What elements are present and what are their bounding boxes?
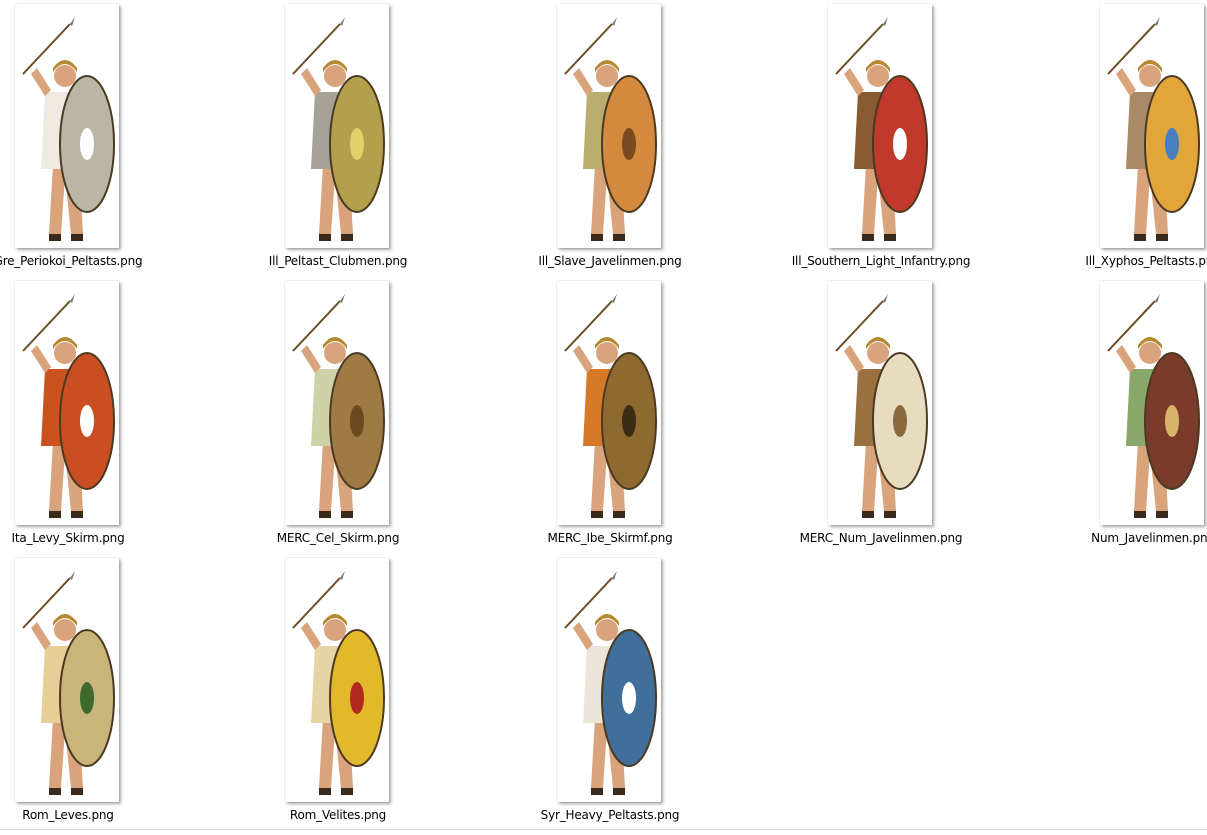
file-name-label[interactable]: Num_Javelinmen.png <box>1033 531 1207 545</box>
file-grid: Gre_Periokoi_Peltasts.png Ill_Peltast_Cl… <box>0 0 1207 835</box>
file-item[interactable]: Ill_Xyphos_Peltasts.png <box>1033 0 1207 275</box>
file-name-label[interactable]: MERC_Ibe_Skirmf.png <box>490 531 730 545</box>
file-item[interactable]: Rom_Leves.png <box>0 554 188 829</box>
file-name-label[interactable]: Syr_Heavy_Peltasts.png <box>490 808 730 822</box>
file-item[interactable]: Rom_Velites.png <box>218 554 458 829</box>
file-name-label[interactable]: Gre_Periokoi_Peltasts.png <box>0 254 188 268</box>
heavy-peltast-thumbnail-icon[interactable] <box>557 558 661 802</box>
file-item[interactable]: Num_Javelinmen.png <box>1033 277 1207 552</box>
file-item[interactable]: MERC_Cel_Skirm.png <box>218 277 458 552</box>
infantryman-thumbnail-icon[interactable] <box>828 4 932 248</box>
file-name-label[interactable]: Ill_Peltast_Clubmen.png <box>218 254 458 268</box>
peltast-thumbnail-icon[interactable] <box>1100 4 1204 248</box>
file-item[interactable]: Ill_Slave_Javelinmen.png <box>490 0 730 275</box>
file-name-label[interactable]: MERC_Cel_Skirm.png <box>218 531 458 545</box>
file-name-label[interactable]: Ill_Southern_Light_Infantry.png <box>761 254 1001 268</box>
file-name-label[interactable]: MERC_Num_Javelinmen.png <box>761 531 1001 545</box>
javelinman-thumbnail-icon[interactable] <box>828 281 932 525</box>
file-item[interactable]: Ita_Levy_Skirm.png <box>0 277 188 552</box>
javelinman-thumbnail-icon[interactable] <box>557 4 661 248</box>
velite-thumbnail-icon[interactable] <box>285 558 389 802</box>
file-item[interactable]: MERC_Num_Javelinmen.png <box>761 277 1001 552</box>
file-item[interactable]: Syr_Heavy_Peltasts.png <box>490 554 730 829</box>
file-name-label[interactable]: Rom_Velites.png <box>218 808 458 822</box>
file-item[interactable]: Gre_Periokoi_Peltasts.png <box>0 0 188 275</box>
skirmisher-thumbnail-icon[interactable] <box>557 281 661 525</box>
skirmisher-thumbnail-icon[interactable] <box>15 281 119 525</box>
file-item[interactable]: Ill_Southern_Light_Infantry.png <box>761 0 1001 275</box>
javelinman-thumbnail-icon[interactable] <box>1100 281 1204 525</box>
clubman-thumbnail-icon[interactable] <box>285 4 389 248</box>
skirmisher-thumbnail-icon[interactable] <box>285 281 389 525</box>
spearman-thumbnail-icon[interactable] <box>15 4 119 248</box>
file-name-label[interactable]: Ita_Levy_Skirm.png <box>0 531 188 545</box>
file-name-label[interactable]: Ill_Slave_Javelinmen.png <box>490 254 730 268</box>
file-name-label[interactable]: Ill_Xyphos_Peltasts.png <box>1033 254 1207 268</box>
skirmisher-thumbnail-icon[interactable] <box>15 558 119 802</box>
file-item[interactable]: Ill_Peltast_Clubmen.png <box>218 0 458 275</box>
file-item[interactable]: MERC_Ibe_Skirmf.png <box>490 277 730 552</box>
status-divider <box>0 829 1207 830</box>
file-name-label[interactable]: Rom_Leves.png <box>0 808 188 822</box>
